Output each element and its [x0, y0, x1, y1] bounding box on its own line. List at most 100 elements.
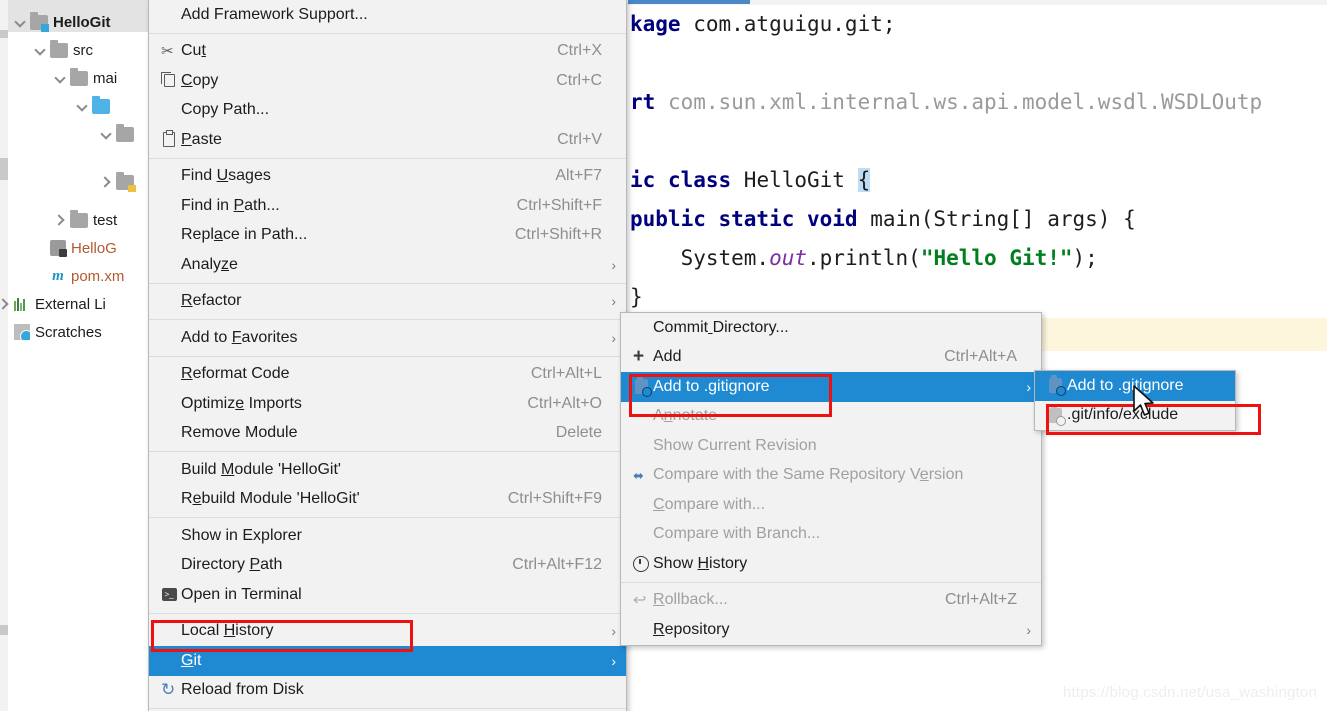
menu-item[interactable]: Reformat Code Ctrl+Alt+L — [149, 360, 626, 390]
menu-item[interactable]: Compare with the Same Repository Version — [621, 461, 1041, 491]
menu-item[interactable]: Replace in Path... Ctrl+Shift+R — [149, 221, 626, 251]
menu-item-accelerator: Ctrl+V — [557, 130, 602, 148]
gitignore-submenu[interactable]: Add to .gitignore .git/info/exclude — [1034, 370, 1236, 431]
project-tree-panel[interactable]: HelloGit src mai test HelloG m pom.xm External … — [8, 0, 156, 711]
menu-item[interactable]: Copy Path... — [149, 96, 626, 126]
scratches-icon — [14, 324, 30, 340]
tree-item[interactable]: mai — [52, 64, 117, 92]
chevron-down-icon[interactable] — [32, 42, 48, 58]
strip-mark-1 — [0, 30, 8, 38]
git-submenu[interactable]: Commit Directory... Add Ctrl+Alt+A Add to .… — [620, 312, 1042, 646]
menu-item[interactable]: Show Current Revision — [621, 431, 1041, 461]
terminal-icon: >_ — [161, 588, 177, 602]
menu-item-icon — [629, 555, 653, 572]
menu-item-icon — [157, 682, 181, 698]
menu-item[interactable]: Annotate — [621, 402, 1041, 432]
menu-item-label: Show Current Revision — [653, 436, 817, 454]
submenu-arrow-icon: › — [611, 293, 616, 310]
menu-separator — [149, 451, 626, 452]
menu-item-label: Compare with the Same Repository Version — [653, 466, 964, 484]
tree-item[interactable]: test — [52, 206, 117, 234]
menu-item[interactable]: Add Ctrl+Alt+A — [621, 343, 1041, 373]
chevron-down-icon[interactable] — [74, 98, 90, 114]
menu-item[interactable]: Add to .gitignore — [1035, 371, 1235, 401]
chevron-right-icon[interactable] — [52, 212, 68, 228]
tree-item[interactable]: HelloGit — [12, 8, 111, 36]
menu-item[interactable]: >_ Open in Terminal — [149, 580, 626, 610]
menu-item[interactable]: Add Framework Support... — [149, 0, 626, 30]
compare-icon — [633, 467, 649, 483]
menu-item-accelerator: Ctrl+X — [557, 42, 602, 60]
tree-item[interactable]: HelloG — [32, 234, 117, 262]
submenu-arrow-icon: › — [611, 652, 616, 669]
menu-item[interactable]: Analyze › — [149, 250, 626, 280]
menu-item-icon — [629, 467, 653, 483]
menu-item-accelerator: Ctrl+Alt+O — [527, 394, 602, 412]
menu-item-label: Git — [181, 651, 202, 669]
tree-item[interactable]: External Li — [0, 290, 106, 318]
library-icon — [14, 297, 30, 311]
chevron-down-icon[interactable] — [12, 14, 28, 30]
menu-item-label: Add Framework Support... — [181, 5, 368, 23]
editor-code-text[interactable]: kage com.atguigu.git; rt com.sun.xml.int… — [630, 5, 1262, 317]
strip-mark-3 — [0, 625, 8, 635]
menu-item[interactable]: Rollback... Ctrl+Alt+Z — [621, 586, 1041, 616]
folder-resources-icon — [116, 171, 136, 192]
menu-item[interactable]: Show in Explorer — [149, 521, 626, 551]
menu-item[interactable]: Repository › — [621, 615, 1041, 645]
tree-item-label: pom.xm — [71, 267, 125, 285]
menu-item[interactable]: Directory Path Ctrl+Alt+F12 — [149, 551, 626, 581]
tree-item[interactable] — [74, 92, 115, 120]
menu-item[interactable]: Add to Favorites › — [149, 323, 626, 353]
menu-item[interactable]: Compare with Branch... — [621, 520, 1041, 550]
menu-item-accelerator: Ctrl+Shift+F9 — [507, 490, 602, 508]
chevron-right-icon[interactable] — [0, 296, 12, 312]
tree-item[interactable] — [98, 120, 139, 148]
tree-item[interactable]: src — [32, 36, 93, 64]
project-context-menu[interactable]: Add Framework Support... Cut Ctrl+X Copy Ctr… — [148, 0, 627, 711]
menu-item-icon — [1043, 404, 1067, 426]
menu-item[interactable]: Find Usages Alt+F7 — [149, 162, 626, 192]
menu-item[interactable]: Commit Directory... — [621, 313, 1041, 343]
menu-item-label: Reformat Code — [181, 365, 290, 383]
menu-item[interactable]: Local History › — [149, 617, 626, 647]
tree-item[interactable] — [98, 168, 139, 196]
menu-item[interactable]: Build Module 'HelloGit' — [149, 455, 626, 485]
menu-item-label: .git/info/exclude — [1067, 406, 1179, 424]
tree-item-label: Scratches — [35, 323, 102, 341]
menu-item[interactable]: Find in Path... Ctrl+Shift+F — [149, 191, 626, 221]
chevron-right-icon[interactable] — [98, 174, 114, 190]
folder-icon — [116, 123, 134, 142]
menu-item[interactable]: Optimize Imports Ctrl+Alt+O — [149, 389, 626, 419]
folder-icon — [70, 67, 88, 86]
menu-item-label: Local History — [181, 622, 274, 640]
chevron-down-icon[interactable] — [98, 126, 114, 142]
menu-item[interactable]: Cut Ctrl+X — [149, 37, 626, 67]
tree-item[interactable]: m pom.xm — [32, 262, 124, 290]
menu-item[interactable]: Paste Ctrl+V — [149, 125, 626, 155]
watermark: https://blog.csdn.net/usa_washington — [1062, 684, 1317, 701]
menu-item[interactable]: Compare with... — [621, 490, 1041, 520]
menu-item[interactable]: Add to .gitignore › — [621, 372, 1041, 402]
menu-item[interactable]: Remove Module Delete — [149, 419, 626, 449]
menu-item-label: Show in Explorer — [181, 526, 302, 544]
menu-item[interactable]: Reload from Disk — [149, 676, 626, 706]
menu-item[interactable]: Refactor › — [149, 287, 626, 317]
paste-icon — [163, 130, 175, 148]
submenu-arrow-icon: › — [611, 256, 616, 273]
menu-item[interactable]: Rebuild Module 'HelloGit' Ctrl+Shift+F9 — [149, 485, 626, 515]
chevron-down-icon[interactable] — [52, 70, 68, 86]
tree-item[interactable]: Scratches — [0, 318, 102, 346]
menu-item[interactable]: .git/info/exclude — [1035, 401, 1235, 431]
gitignore-icon — [634, 376, 652, 398]
reload-icon — [161, 682, 177, 698]
menu-item[interactable]: Git › — [149, 646, 626, 676]
menu-item-label: Commit Directory... — [653, 318, 789, 336]
menu-item[interactable]: Copy Ctrl+C — [149, 66, 626, 96]
menu-item-label: Find Usages — [181, 167, 271, 185]
menu-item-accelerator: Ctrl+Shift+R — [514, 226, 602, 244]
folder-blue-icon — [92, 95, 110, 114]
menu-item-label: Add to Favorites — [181, 328, 298, 346]
menu-item-icon — [629, 592, 653, 608]
menu-item[interactable]: Show History — [621, 549, 1041, 579]
